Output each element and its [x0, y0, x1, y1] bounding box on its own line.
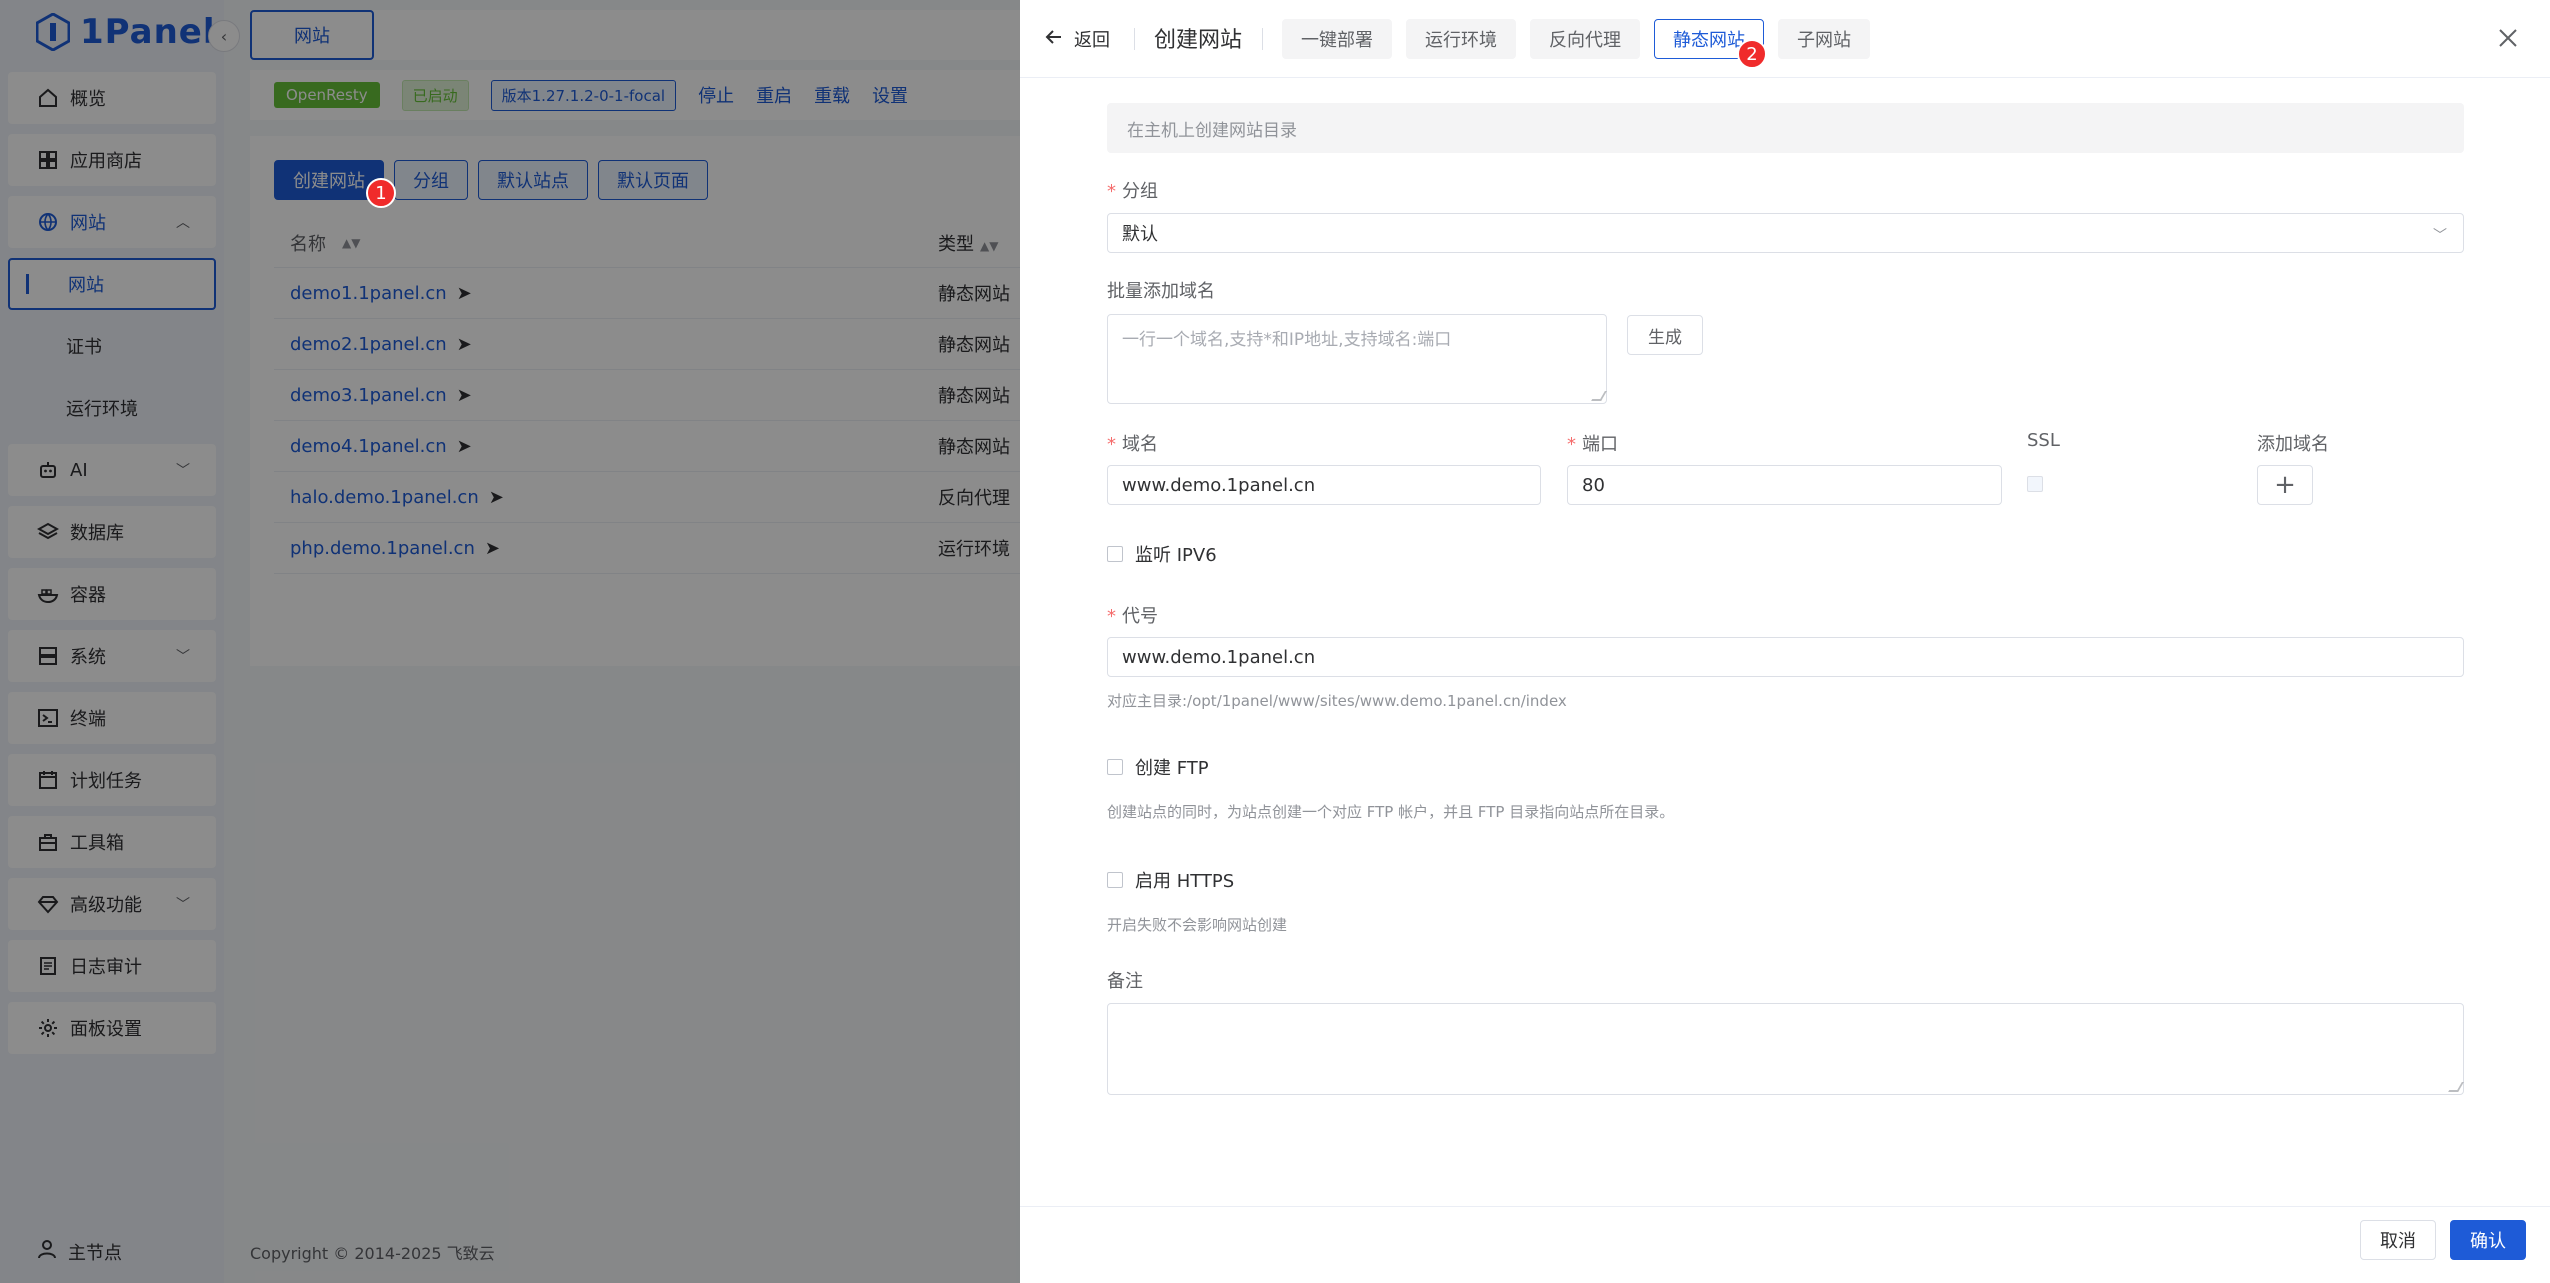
ssl-checkbox[interactable]	[2027, 476, 2043, 492]
domain-value: www.demo.1panel.cn	[1122, 474, 1316, 496]
group-value: 默认	[1122, 224, 1158, 245]
tab-reverse-proxy[interactable]: 反向代理	[1530, 19, 1640, 59]
remark-label: 备注	[1107, 971, 1143, 992]
modal-overlay[interactable]	[0, 0, 1020, 1283]
remark-textarea[interactable]	[1107, 1003, 2464, 1095]
ssl-label: SSL	[2027, 430, 2060, 451]
back-label: 返回	[1074, 30, 1110, 51]
chevron-down-icon: ﹀	[2433, 228, 2447, 244]
tab-one-click-deploy[interactable]: 一键部署	[1282, 19, 1392, 59]
ipv6-checkbox[interactable]	[1107, 546, 1123, 562]
arrow-left-icon	[1044, 27, 1064, 52]
https-help: 开启失败不会影响网站创建	[1107, 916, 1288, 934]
https-checkbox[interactable]	[1107, 872, 1123, 888]
drawer-title: 创建网站	[1154, 28, 1243, 53]
port-value: 80	[1582, 474, 1605, 496]
https-checkbox-row[interactable]: 启用 HTTPS	[1107, 867, 1234, 893]
step-badge-2: 2	[1737, 39, 1767, 69]
batch-domain-placeholder: 一行一个域名,支持*和IP地址,支持域名:端口	[1122, 330, 1452, 350]
domain-input[interactable]: www.demo.1panel.cn	[1107, 465, 1541, 505]
drawer-header: 返回 创建网站 一键部署 运行环境 反向代理 静态网站 子网站	[1020, 0, 2550, 78]
website-type-tabs: 一键部署 运行环境 反向代理 静态网站 子网站	[1282, 19, 1870, 59]
divider	[1262, 28, 1263, 50]
ftp-checkbox-row[interactable]: 创建 FTP	[1107, 754, 1209, 780]
static-site-hint: 在主机上创建网站目录	[1107, 103, 2464, 153]
confirm-button[interactable]: 确认	[2450, 1220, 2526, 1260]
step-badge-1: 1	[366, 178, 396, 208]
https-label: 启用 HTTPS	[1135, 871, 1235, 892]
port-input[interactable]: 80	[1567, 465, 2002, 505]
divider	[1134, 28, 1135, 50]
ipv6-label: 监听 IPV6	[1135, 545, 1217, 566]
cancel-button[interactable]: 取消	[2360, 1220, 2436, 1260]
alias-label: * 代号	[1107, 606, 1158, 627]
drawer-footer	[1020, 1206, 2550, 1283]
batch-domain-textarea[interactable]: 一行一个域名,支持*和IP地址,支持域名:端口	[1107, 314, 1607, 404]
tab-runtime[interactable]: 运行环境	[1406, 19, 1516, 59]
ipv6-checkbox-row[interactable]: 监听 IPV6	[1107, 541, 1217, 567]
create-website-drawer: 返回 创建网站 一键部署 运行环境 反向代理 静态网站 子网站 在主机上创建网站…	[1020, 0, 2550, 1283]
group-label: * 分组	[1107, 181, 1158, 202]
alias-value: www.demo.1panel.cn	[1122, 646, 1316, 668]
tab-subsite[interactable]: 子网站	[1778, 19, 1870, 59]
add-domain-button[interactable]: +	[2257, 465, 2313, 505]
plus-icon: +	[2274, 470, 2296, 500]
ftp-label: 创建 FTP	[1135, 758, 1209, 779]
generate-button[interactable]: 生成	[1627, 315, 1703, 355]
back-button[interactable]: 返回	[1044, 26, 1110, 52]
port-label: * 端口	[1567, 434, 1618, 455]
alias-help: 对应主目录:/opt/1panel/www/sites/www.demo.1pa…	[1107, 692, 1567, 710]
ftp-help: 创建站点的同时，为站点创建一个对应 FTP 帐户，并且 FTP 目录指向站点所在…	[1107, 803, 1675, 821]
domain-label: * 域名	[1107, 434, 1158, 455]
ftp-checkbox[interactable]	[1107, 759, 1123, 775]
resize-handle-icon[interactable]	[2448, 1082, 2464, 1092]
resize-handle-icon[interactable]	[1591, 391, 1607, 401]
add-domain-label: 添加域名	[2257, 434, 2329, 455]
batch-domain-label: 批量添加域名	[1107, 281, 1215, 302]
alias-input[interactable]: www.demo.1panel.cn	[1107, 637, 2464, 677]
group-select[interactable]: 默认 ﹀	[1107, 213, 2464, 253]
close-icon[interactable]	[2492, 22, 2524, 54]
